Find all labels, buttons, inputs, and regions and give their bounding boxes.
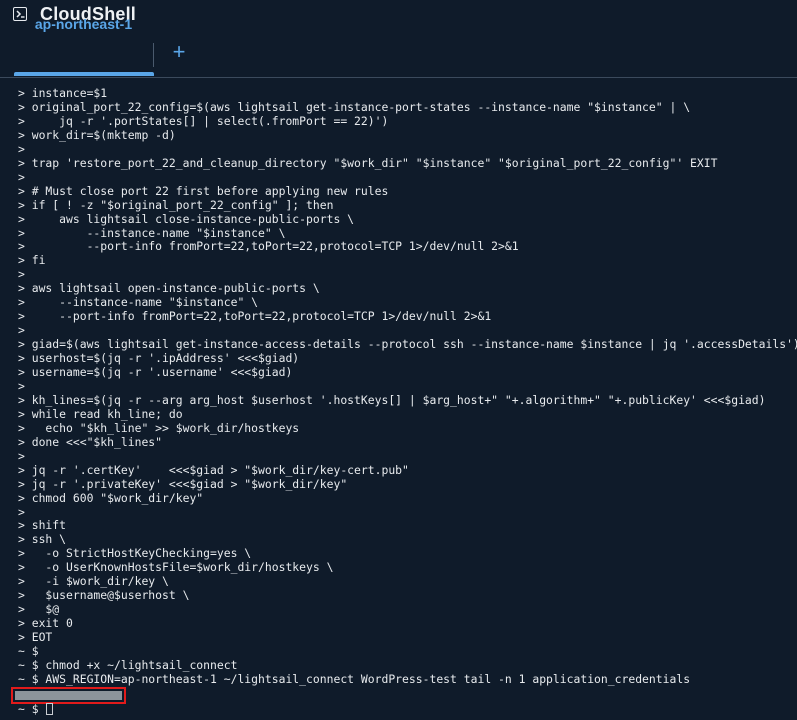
terminal-line: > --port-info fromPort=22,toPort=22,prot… [18,309,492,324]
tab-label: ap-northeast-1 [34,16,133,32]
terminal-line: > userhost=$(jq -r '.ipAddress' <<<$giad… [18,351,300,366]
terminal-line: > $@ [18,602,60,617]
terminal-line: > if [ ! -z "$original_port_22_config" ]… [18,197,334,212]
terminal-line: > echo "$kh_line" >> $work_dir/hostkeys [18,420,300,435]
terminal-prompt[interactable]: ~ $ [18,702,54,716]
terminal-line: ~ $ AWS_REGION=ap-northeast-1 ~/lightsai… [18,671,691,686]
terminal-line: > username=$(jq -r '.username' <<<$giad) [18,365,293,379]
terminal-line: > -o StrictHostKeyChecking=yes \ [18,546,252,561]
terminal-line: > kh_lines=$(jq -r --arg arg_host $userh… [18,392,766,407]
redaction-bar [15,691,122,700]
terminal-line: > --instance-name "$instance" \ [18,225,286,240]
terminal-line: > jq -r '.privateKey' <<<$giad > "$work_… [18,476,348,491]
terminal-line: > done <<<"$kh_lines" [18,434,163,449]
terminal-line: > -o UserKnownHostsFile=$work_dir/hostke… [18,560,334,575]
terminal-line: > shift [18,518,67,533]
terminal-line: > ssh \ [18,532,67,547]
terminal-line: > work_dir=$(mktemp -d) [18,127,176,142]
terminal-line: > jq -r '.portStates[] | select(.fromPor… [18,113,389,128]
tab-divider [153,43,154,67]
terminal-line: > [18,141,25,156]
terminal-line: > $username@$userhost \ [18,588,190,603]
terminal-line: > fi [18,253,46,268]
terminal-line: > [18,378,25,393]
terminal-line: > exit 0 [18,616,73,631]
terminal-line: > [18,267,25,282]
terminal-line: ~ $ [18,644,39,658]
terminal-line: > original_port_22_config=$(aws lightsai… [18,99,691,114]
tab-ap-northeast-1[interactable]: ap-northeast-1 [14,12,154,45]
terminal-line: > --instance-name "$instance" \ [18,295,259,310]
terminal-line: > instance=$1 [18,86,108,100]
terminal-line: > while read kh_line; do [18,406,183,421]
text-cursor [46,703,54,715]
active-tab-indicator [14,72,154,76]
terminal-line: > trap 'restore_port_22_and_cleanup_dire… [18,155,718,170]
terminal-line: ~ $ chmod +x ~/lightsail_connect [18,657,238,672]
terminal-line: > [18,323,25,338]
terminal-line: > aws lightsail close-instance-public-po… [18,211,355,226]
prompt-text: ~ $ [18,702,39,716]
terminal-line: > jq -r '.certKey' <<<$giad > "$work_dir… [18,462,409,477]
terminal-line: > EOT [18,630,53,645]
terminal-line: > chmod 600 "$work_dir/key" [18,490,204,505]
terminal-line: > [18,504,25,519]
terminal-line: > [18,448,25,463]
terminal-line: > giad=$(aws lightsail get-instance-acce… [18,337,797,352]
terminal-line: > [18,169,25,184]
terminal-line: > aws lightsail open-instance-public-por… [18,281,320,296]
add-tab-button[interactable]: + [168,41,190,65]
terminal-line: > --port-info fromPort=22,toPort=22,prot… [18,239,519,254]
terminal-line: > # Must close port 22 first before appl… [18,183,389,198]
terminal-line: > -i $work_dir/key \ [18,574,169,589]
